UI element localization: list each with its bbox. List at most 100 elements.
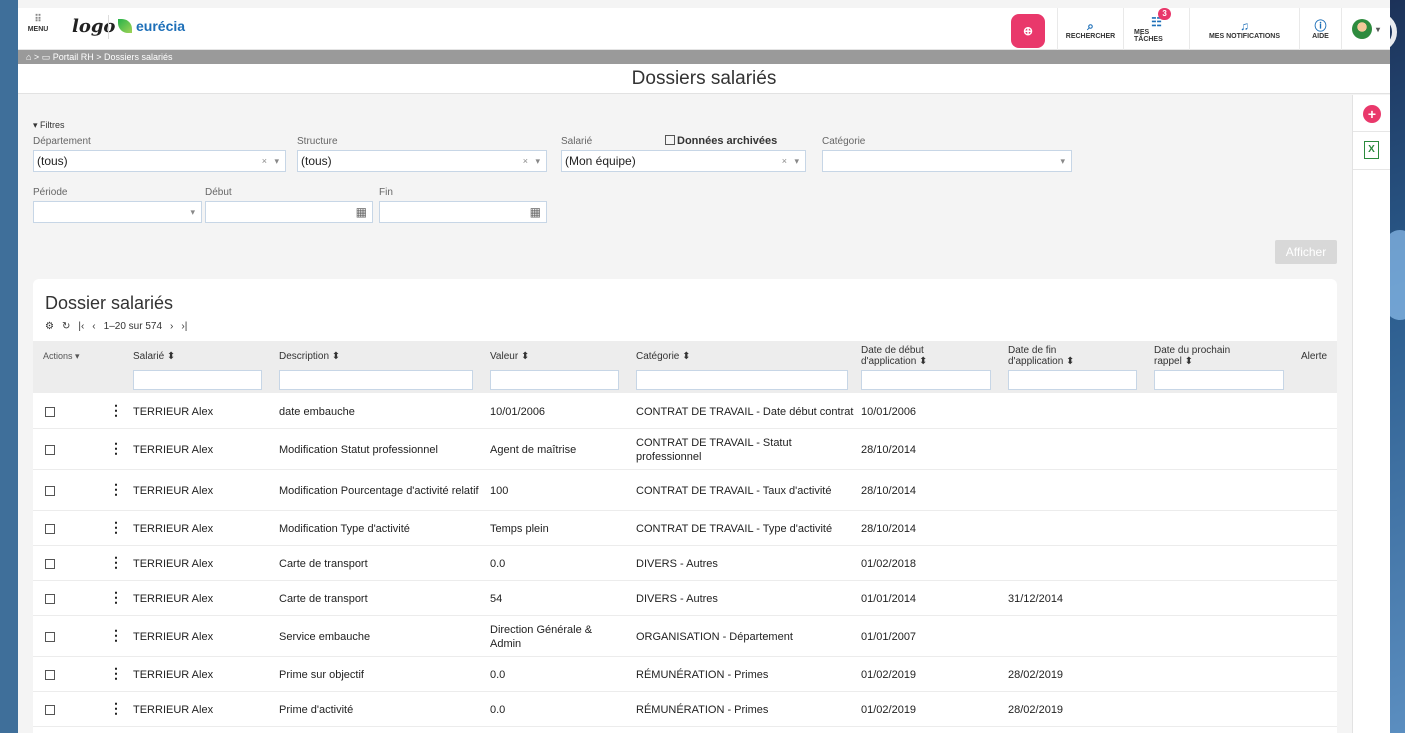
brand-name: eurécia [136,18,186,34]
row-checkbox[interactable] [45,523,55,534]
afficher-button[interactable]: Afficher [1275,240,1337,264]
salarie-cell: TERRIEUR Alex [133,630,214,643]
table-row[interactable]: ⋮ TERRIEUR Alex Carte de transport 54 DIVERS… [33,581,1337,616]
row-checkbox[interactable] [45,669,55,680]
top-actions: ⊕ ⌕ RECHERCHER ☷ 3 MES TÂCHES ♫ MES NOTI… [999,8,1390,50]
debut-date-input[interactable]: ▦ [205,201,373,223]
tasks-badge: 3 [1158,8,1171,20]
table-row[interactable]: ⋮ TERRIEUR Alex Modification Pourcentage d… [33,470,1337,511]
categorie-select[interactable]: ▾ [822,150,1072,172]
row-menu-icon[interactable]: ⋮ [109,701,123,715]
prev-page-icon[interactable]: ‹ [92,321,95,332]
quick-add-button[interactable]: ⊕ [1010,14,1045,48]
help-button[interactable]: ⓘ AIDE [1298,8,1341,50]
salarie-cell: TERRIEUR Alex [133,484,214,497]
categorie-cell: CONTRAT DE TRAVAIL - Statut professionne… [636,436,792,463]
breadcrumb[interactable]: ⌂ > ▭ Portail RH > Dossiers salariés [18,50,1390,64]
row-menu-icon[interactable]: ⋮ [109,441,123,455]
categorie-cell: ORGANISATION - Département [636,630,793,643]
archived-checkbox[interactable]: Données archivées [665,135,777,147]
categorie-header[interactable]: Catégorie ⬍ [636,351,691,362]
notifications-button[interactable]: ♫ MES NOTIFICATIONS [1188,8,1299,50]
row-checkbox[interactable] [45,704,55,715]
quick-add-container: ⊕ [999,8,1057,50]
description-header[interactable]: Description ⬍ [279,351,340,362]
gear-icon[interactable]: ⚙ [45,321,54,332]
fin-date-input[interactable]: ▦ [379,201,547,223]
next-page-icon[interactable]: › [170,321,173,332]
row-menu-icon[interactable]: ⋮ [109,403,123,417]
rappel-header[interactable]: Date du prochain rappel ⬍ [1154,345,1230,367]
debut-header-line1: Date de début [861,345,924,356]
row-menu-icon[interactable]: ⋮ [109,482,123,496]
categorie-label: Catégorie [822,136,866,147]
actions-header[interactable]: Actions ▾ [43,351,80,362]
debut-cell: 01/02/2019 [861,668,917,681]
chevron-down-icon: ▾ [1060,156,1065,166]
menu-button[interactable]: ⠿ MENU [24,14,52,33]
avatar [1351,19,1372,39]
row-menu-icon[interactable]: ⋮ [109,628,123,642]
grid-icon: ⠿ [34,14,42,25]
debut-header[interactable]: Date de début d'application ⬍ [861,345,927,367]
periode-select[interactable]: ▾ [33,201,202,223]
valeur-cell: 0.0 [490,557,506,570]
user-menu[interactable]: ▾ [1340,8,1390,50]
valeur-filter-input[interactable] [490,370,619,390]
plus-icon: + [1367,106,1377,122]
table-row[interactable]: ⋮ TERRIEUR Alex Prime sur objectif 0.0 RÉMUN… [33,657,1337,692]
row-menu-icon[interactable]: ⋮ [109,520,123,534]
structure-select[interactable]: (tous) × ▾ [297,150,547,172]
valeur-header[interactable]: Valeur ⬍ [490,351,529,362]
clear-icon[interactable]: × [262,156,267,166]
brand-leaf-icon [118,19,132,33]
row-checkbox[interactable] [45,485,55,496]
table-row[interactable]: ⋮ TERRIEUR Alex date embauche 10/01/2006 CON… [33,394,1337,429]
row-menu-icon[interactable]: ⋮ [109,590,123,604]
calendar-icon[interactable]: ▦ [530,202,541,222]
debut-cell: 01/01/2014 [861,592,917,605]
chevron-down-icon: ▾ [190,207,195,217]
row-checkbox[interactable] [45,558,55,569]
table-row[interactable]: ⋮ TERRIEUR Alex Prime d'activité 0.0 RÉMUNÉR… [33,692,1337,727]
debut-cell: 10/01/2006 [861,405,917,418]
departement-label: Département [33,136,91,147]
description-cell: Modification Pourcentage d'activité rela… [279,484,479,497]
table-row[interactable]: ⋮ TERRIEUR Alex Modification Type d'activi… [33,511,1337,546]
row-menu-icon[interactable]: ⋮ [109,555,123,569]
last-page-icon[interactable]: ›| [181,321,187,332]
row-checkbox[interactable] [45,631,55,642]
filters-toggle[interactable]: ▾ Filtres [33,120,65,131]
export-excel-button[interactable]: X [1364,141,1379,159]
add-record-button[interactable]: + [1363,105,1381,123]
clear-icon[interactable]: × [782,156,787,166]
table-row[interactable]: ⋮ TERRIEUR Alex Modification Statut profes… [33,429,1337,470]
row-checkbox[interactable] [45,444,55,455]
row-menu-icon[interactable]: ⋮ [109,666,123,680]
salarie-cell: TERRIEUR Alex [133,522,214,535]
table-title: Dossier salariés [45,293,174,313]
fin-filter-input[interactable] [1008,370,1137,390]
rappel-filter-input[interactable] [1154,370,1284,390]
tasks-button[interactable]: ☷ 3 MES TÂCHES [1122,8,1189,50]
categorie-filter-input[interactable] [636,370,848,390]
table-row[interactable]: ⋮ TERRIEUR Alex Carte de transport 0.0 DIVER… [33,546,1337,581]
refresh-icon[interactable]: ↻ [62,321,70,332]
salarie-filter-input[interactable] [133,370,262,390]
search-button[interactable]: ⌕ RECHERCHER [1056,8,1123,50]
fin-header[interactable]: Date de fin d'application ⬍ [1008,345,1074,367]
calendar-icon[interactable]: ▦ [356,202,367,222]
clear-icon[interactable]: × [523,156,528,166]
valeur-cell: 0.0 [490,703,506,716]
departement-select[interactable]: (tous) × ▾ [33,150,286,172]
description-filter-input[interactable] [279,370,473,390]
categorie-cell: DIVERS - Autres [636,557,718,570]
debut-header-line2: d'application ⬍ [861,356,928,367]
row-checkbox[interactable] [45,406,55,417]
salarie-header[interactable]: Salarié ⬍ [133,351,175,362]
table-row[interactable]: ⋮ TERRIEUR Alex Service embauche Direction … [33,616,1337,657]
debut-filter-input[interactable] [861,370,991,390]
first-page-icon[interactable]: |‹ [78,321,84,332]
row-checkbox[interactable] [45,593,55,604]
salarie-select[interactable]: (Mon équipe) × ▾ [561,150,806,172]
